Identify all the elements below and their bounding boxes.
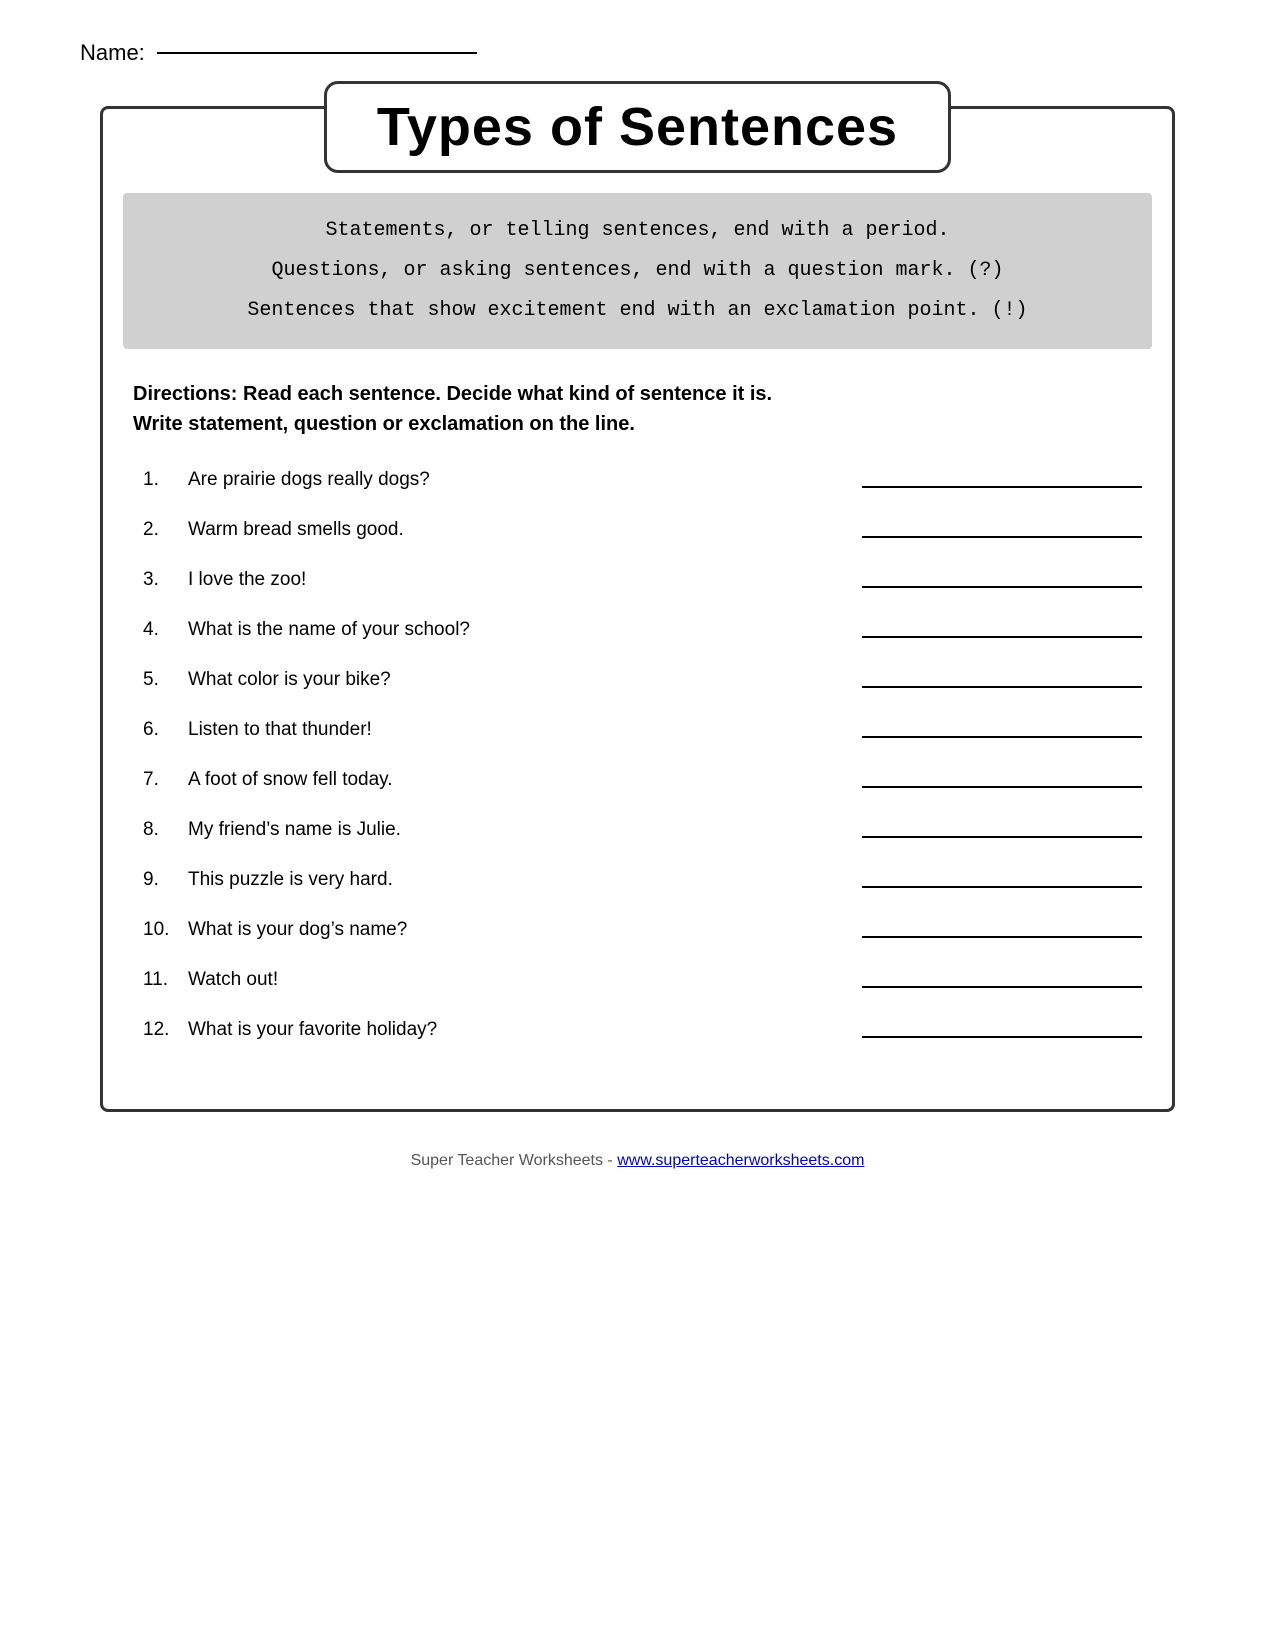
directions-text: Directions: Read each sentence. Decide w… xyxy=(133,379,1142,439)
question-number-3: 3. xyxy=(133,569,188,591)
answer-line-6[interactable] xyxy=(862,736,1142,738)
question-text-5: What color is your bike? xyxy=(188,669,822,691)
question-text-1: Are prairie dogs really dogs? xyxy=(188,469,822,491)
table-row: 4. What is the name of your school? xyxy=(133,619,1142,641)
name-underline[interactable] xyxy=(157,52,477,54)
directions-line2: Write statement, question or exclamation… xyxy=(133,413,635,435)
question-text-9: This puzzle is very hard. xyxy=(188,869,822,891)
main-content-box: Types of Sentences Statements, or tellin… xyxy=(100,106,1175,1112)
table-row: 8. My friend’s name is Julie. xyxy=(133,819,1142,841)
table-row: 5. What color is your bike? xyxy=(133,669,1142,691)
question-text-10: What is your dog’s name? xyxy=(188,919,822,941)
table-row: 1. Are prairie dogs really dogs? xyxy=(133,469,1142,491)
answer-line-11[interactable] xyxy=(862,986,1142,988)
footer: Super Teacher Worksheets - www.superteac… xyxy=(80,1152,1195,1170)
question-number-8: 8. xyxy=(133,819,188,841)
table-row: 9. This puzzle is very hard. xyxy=(133,869,1142,891)
question-text-8: My friend’s name is Julie. xyxy=(188,819,822,841)
table-row: 7. A foot of snow fell today. xyxy=(133,769,1142,791)
question-number-11: 11. xyxy=(133,969,188,991)
info-box: Statements, or telling sentences, end wi… xyxy=(123,193,1152,349)
table-row: 11. Watch out! xyxy=(133,969,1142,991)
answer-line-9[interactable] xyxy=(862,886,1142,888)
question-number-9: 9. xyxy=(133,869,188,891)
name-label: Name: xyxy=(80,40,145,66)
table-row: 6. Listen to that thunder! xyxy=(133,719,1142,741)
table-row: 3. I love the zoo! xyxy=(133,569,1142,591)
question-number-5: 5. xyxy=(133,669,188,691)
question-number-2: 2. xyxy=(133,519,188,541)
worksheet-title: Types of Sentences xyxy=(377,97,898,157)
questions-section: 1. Are prairie dogs really dogs? 2. Warm… xyxy=(133,469,1142,1041)
question-text-12: What is your favorite holiday? xyxy=(188,1019,822,1041)
answer-line-3[interactable] xyxy=(862,586,1142,588)
question-number-12: 12. xyxy=(133,1019,188,1041)
table-row: 2. Warm bread smells good. xyxy=(133,519,1142,541)
directions-line1: Directions: Read each sentence. Decide w… xyxy=(133,383,772,405)
question-text-7: A foot of snow fell today. xyxy=(188,769,822,791)
answer-line-4[interactable] xyxy=(862,636,1142,638)
info-line-1: Statements, or telling sentences, end wi… xyxy=(153,211,1122,251)
answer-line-12[interactable] xyxy=(862,1036,1142,1038)
question-text-4: What is the name of your school? xyxy=(188,619,822,641)
question-text-3: I love the zoo! xyxy=(188,569,822,591)
info-line-3: Sentences that show excitement end with … xyxy=(153,291,1122,331)
table-row: 12. What is your favorite holiday? xyxy=(133,1019,1142,1041)
question-number-7: 7. xyxy=(133,769,188,791)
footer-text: Super Teacher Worksheets - xyxy=(411,1152,618,1169)
footer-link[interactable]: www.superteacherworksheets.com xyxy=(617,1152,864,1169)
question-number-4: 4. xyxy=(133,619,188,641)
title-container: Types of Sentences xyxy=(103,81,1172,173)
answer-line-10[interactable] xyxy=(862,936,1142,938)
info-line-2: Questions, or asking sentences, end with… xyxy=(153,251,1122,291)
question-number-1: 1. xyxy=(133,469,188,491)
question-text-2: Warm bread smells good. xyxy=(188,519,822,541)
name-field-row: Name: xyxy=(80,40,1195,66)
title-box: Types of Sentences xyxy=(324,81,951,173)
answer-line-8[interactable] xyxy=(862,836,1142,838)
answer-line-1[interactable] xyxy=(862,486,1142,488)
answer-line-7[interactable] xyxy=(862,786,1142,788)
answer-line-2[interactable] xyxy=(862,536,1142,538)
question-number-6: 6. xyxy=(133,719,188,741)
question-text-11: Watch out! xyxy=(188,969,822,991)
question-number-10: 10. xyxy=(133,919,188,941)
answer-line-5[interactable] xyxy=(862,686,1142,688)
question-text-6: Listen to that thunder! xyxy=(188,719,822,741)
table-row: 10. What is your dog’s name? xyxy=(133,919,1142,941)
